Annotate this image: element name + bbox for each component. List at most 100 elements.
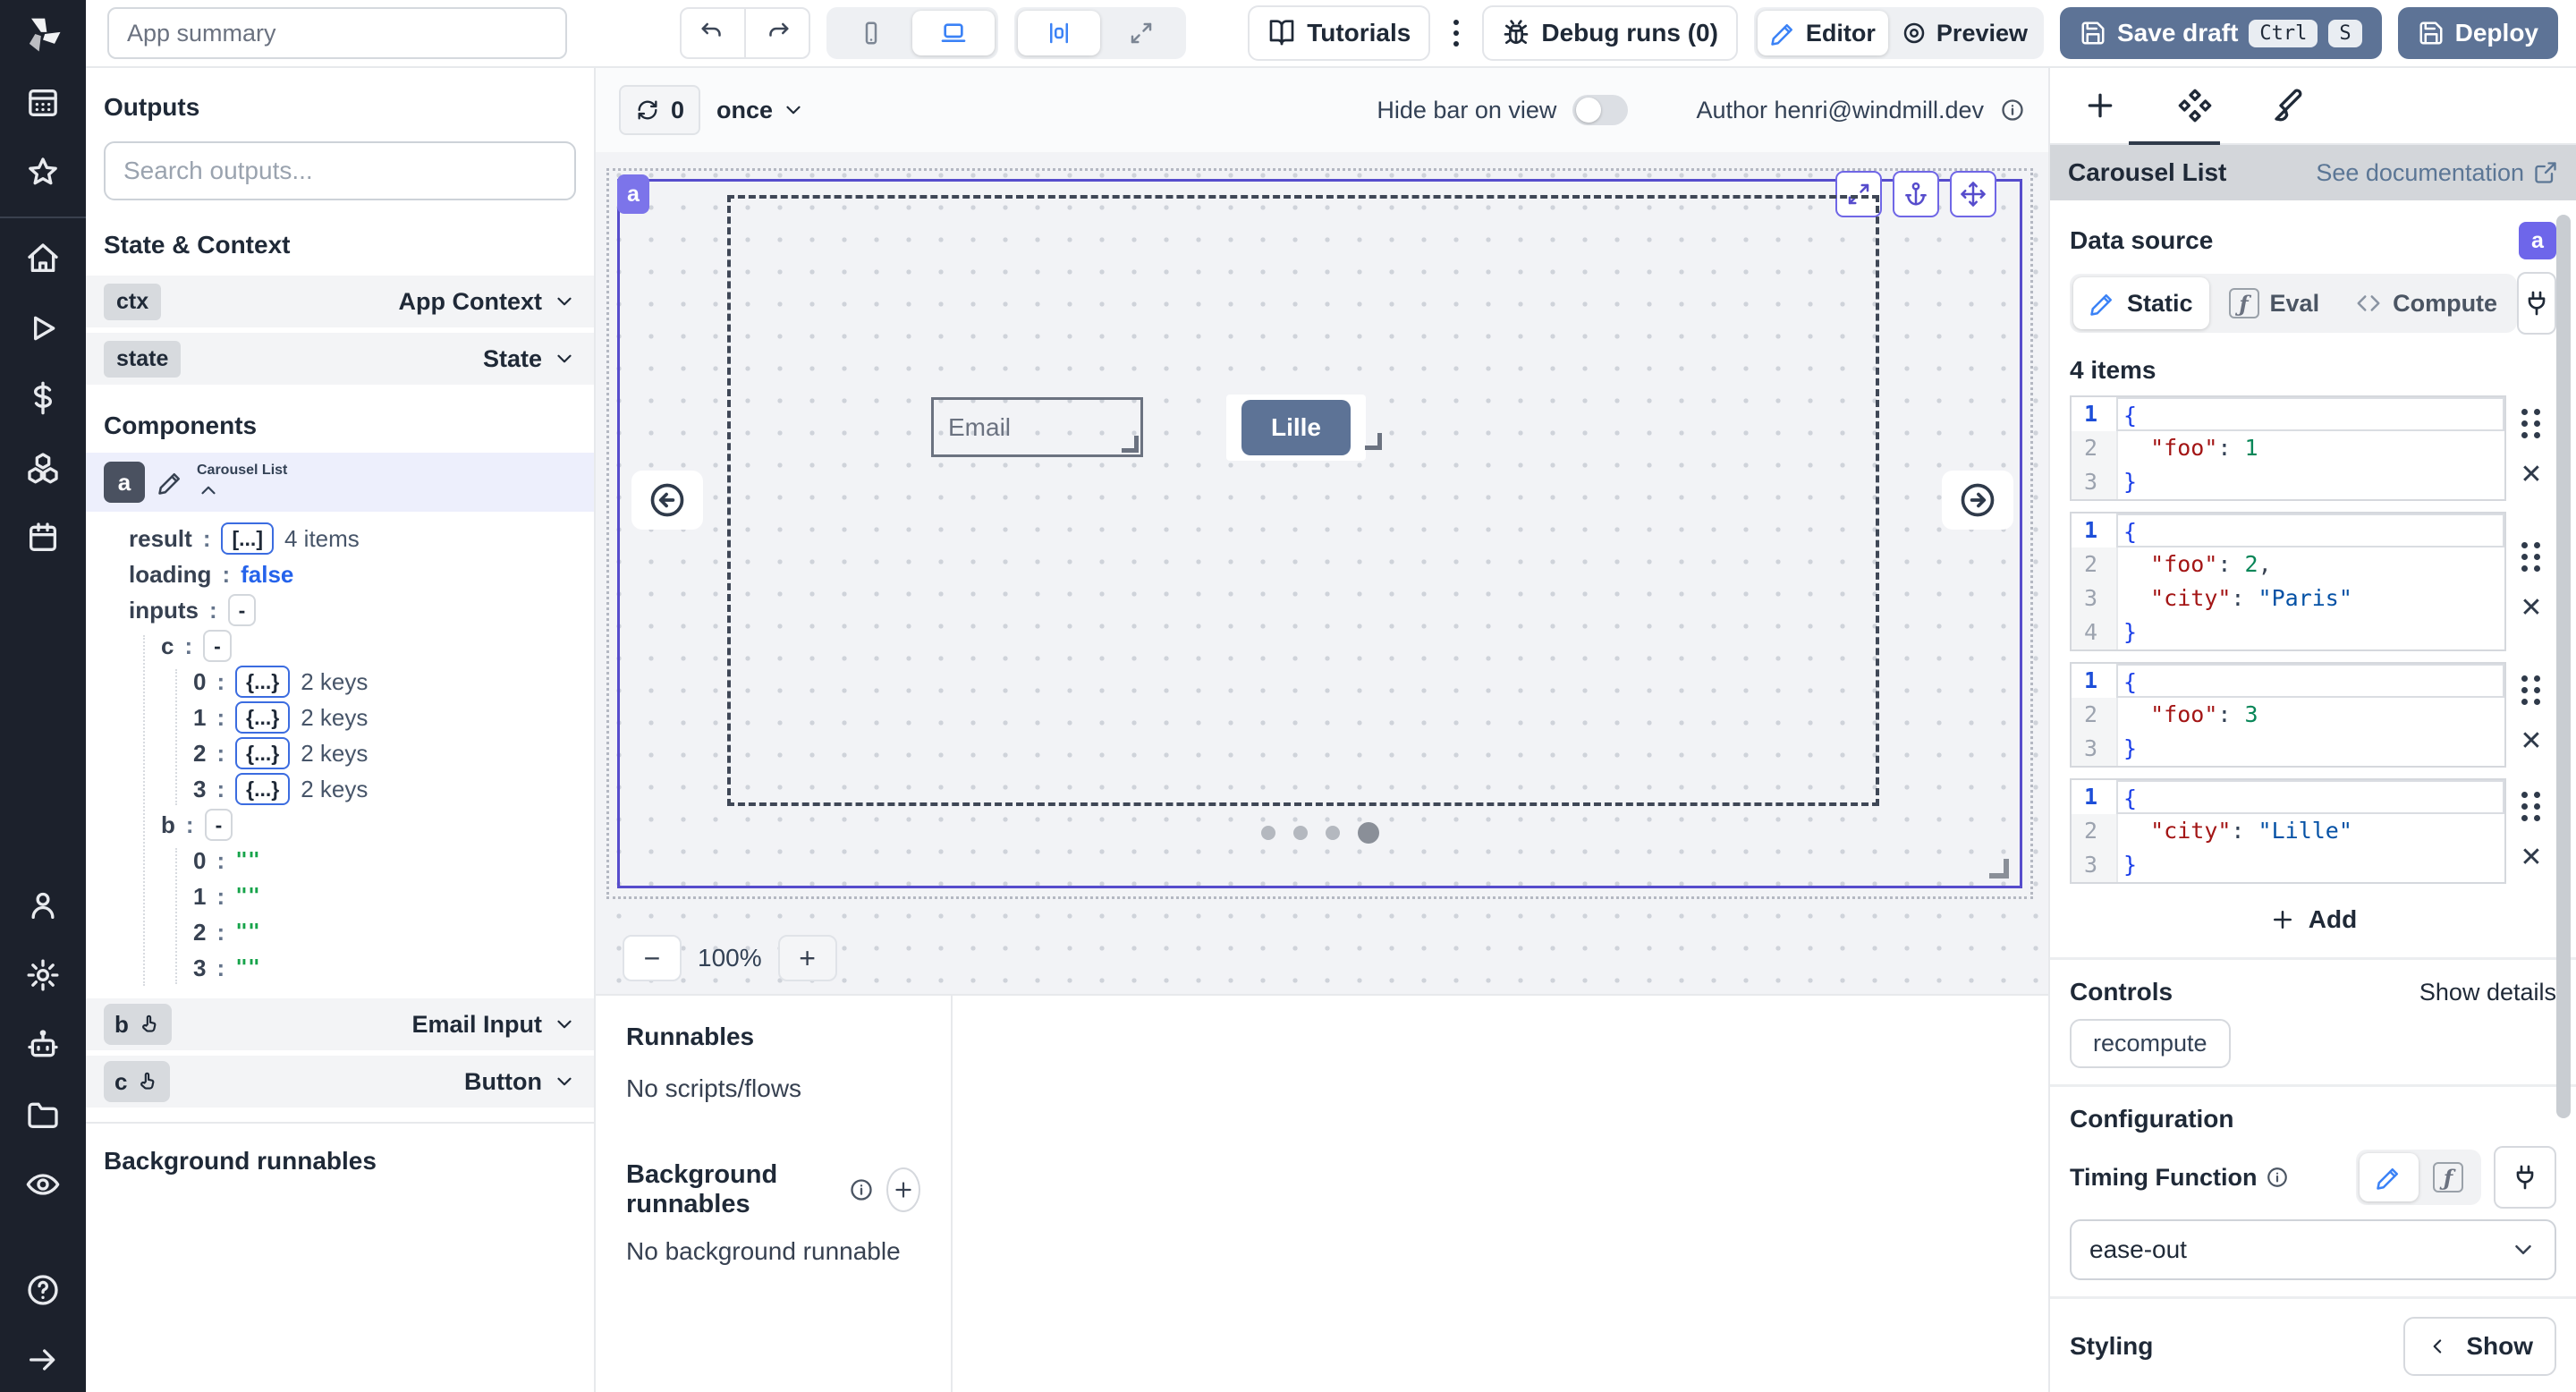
folders-icon[interactable] <box>23 1095 63 1134</box>
timing-plug-button[interactable] <box>2494 1146 2556 1209</box>
edit-id-pencil-icon[interactable] <box>157 469 184 496</box>
ctx-row[interactable]: ctx App Context <box>86 276 594 327</box>
editor-tab[interactable]: Editor <box>1758 11 1888 55</box>
app-summary-input[interactable] <box>107 7 567 59</box>
windmill-logo[interactable] <box>0 0 86 68</box>
anchor-component-button[interactable] <box>1893 171 1939 217</box>
move-component-button[interactable] <box>1950 171 1996 217</box>
deploy-button[interactable]: Deploy <box>2398 7 2558 59</box>
carousel-dot[interactable] <box>1358 822 1379 844</box>
center-align-button[interactable] <box>1018 11 1100 55</box>
expand-badge[interactable]: {...} <box>235 737 290 769</box>
add-item-button[interactable]: Add <box>2255 898 2371 941</box>
zoom-out-button[interactable]: − <box>623 935 682 981</box>
carousel-selection-frame[interactable]: a Lille <box>617 179 2022 888</box>
delete-item-button[interactable]: ✕ <box>2520 728 2542 755</box>
drag-handle-icon[interactable] <box>2521 675 2541 705</box>
timing-static-tab[interactable] <box>2360 1153 2419 1201</box>
show-details-link[interactable]: Show details <box>2419 979 2556 1006</box>
panel-scrollbar-thumb[interactable] <box>2556 215 2571 1118</box>
json-editor[interactable]: 1{2 "foo": 13} <box>2070 395 2506 501</box>
tree-row[interactable]: loading:false <box>104 556 576 592</box>
delete-item-button[interactable]: ✕ <box>2520 845 2542 871</box>
carousel-dot[interactable] <box>1261 826 1275 840</box>
timing-eval-tab[interactable]: ƒ <box>2419 1153 2478 1201</box>
expand-badge[interactable]: [...] <box>221 522 274 555</box>
search-outputs-input[interactable] <box>104 141 576 200</box>
expand-badge[interactable]: {...} <box>235 666 290 698</box>
users-icon[interactable] <box>23 886 63 925</box>
resize-handle[interactable] <box>1122 436 1139 453</box>
json-editor[interactable]: 1{2 "foo": 33} <box>2070 662 2506 768</box>
expand-badge[interactable]: {...} <box>235 773 290 805</box>
drag-handle-icon[interactable] <box>2521 792 2541 821</box>
recompute-button[interactable]: recompute <box>2070 1019 2231 1068</box>
audit-eye-icon[interactable] <box>23 1165 63 1204</box>
runs-play-icon[interactable] <box>23 309 63 348</box>
info-icon[interactable] <box>2000 98 2025 123</box>
zoom-in-button[interactable]: + <box>778 935 837 981</box>
timing-function-select[interactable]: ease-out <box>2070 1219 2556 1280</box>
tutorials-button[interactable]: Tutorials <box>1248 5 1430 61</box>
json-editor[interactable]: 1{2 "city": "Lille"3} <box>2070 778 2506 884</box>
component-settings-tab[interactable] <box>2168 79 2222 132</box>
info-icon[interactable] <box>2266 1166 2289 1189</box>
styling-show-button[interactable]: Show <box>2403 1317 2556 1376</box>
home-icon[interactable] <box>23 239 63 278</box>
more-menu-button[interactable] <box>1446 20 1466 47</box>
workspace-icon[interactable] <box>23 83 63 123</box>
insert-component-tab[interactable] <box>2073 79 2127 132</box>
email-input-component[interactable] <box>931 397 1143 457</box>
help-icon[interactable] <box>23 1270 63 1310</box>
expand-badge[interactable]: - <box>228 594 257 626</box>
carousel-dot[interactable] <box>1293 826 1308 840</box>
styling-brush-tab[interactable] <box>2263 79 2317 132</box>
desktop-view-button[interactable] <box>912 11 995 55</box>
carousel-prev-button[interactable] <box>631 471 703 530</box>
carousel-dot[interactable] <box>1326 826 1340 840</box>
drag-handle-icon[interactable] <box>2521 409 2541 438</box>
email-input-component-row[interactable]: b Email Input <box>86 998 594 1050</box>
email-field[interactable] <box>931 397 1143 457</box>
carousel-component-row[interactable]: a Carousel List <box>86 453 594 512</box>
info-icon[interactable] <box>849 1177 874 1202</box>
see-documentation-link[interactable]: See documentation <box>2316 159 2558 187</box>
tree-row[interactable]: c:- <box>104 628 576 664</box>
drag-handle-icon[interactable] <box>2521 542 2541 572</box>
state-row[interactable]: state State <box>86 333 594 385</box>
resize-handle[interactable] <box>1365 433 1382 450</box>
collapse-arrow-icon[interactable] <box>23 1340 63 1379</box>
expand-badge[interactable]: - <box>203 630 232 662</box>
tree-row[interactable]: b:- <box>104 807 576 843</box>
carousel-next-button[interactable] <box>1942 471 2013 530</box>
delete-item-button[interactable]: ✕ <box>2520 462 2542 488</box>
button-component-row[interactable]: c Button <box>86 1056 594 1108</box>
lille-button[interactable]: Lille <box>1241 400 1351 455</box>
add-background-runnable-button[interactable] <box>886 1167 920 1212</box>
compute-mode-tab[interactable]: Compute <box>2339 277 2513 329</box>
settings-gear-icon[interactable] <box>23 955 63 995</box>
redo-button[interactable] <box>744 9 809 57</box>
hide-bar-toggle[interactable] <box>1572 95 1628 125</box>
static-mode-tab[interactable]: Static <box>2073 277 2209 329</box>
json-editor[interactable]: 1{2 "foo": 2,3 "city": "Paris"4} <box>2070 512 2506 651</box>
delete-item-button[interactable]: ✕ <box>2520 595 2542 622</box>
app-canvas[interactable]: a Lille <box>596 152 2048 994</box>
resources-boxes-icon[interactable] <box>23 448 63 488</box>
carousel-item-container[interactable] <box>727 195 1879 806</box>
refresh-count-button[interactable]: 0 <box>619 85 700 135</box>
expand-badge[interactable]: - <box>205 809 233 841</box>
frame-resize-handle[interactable] <box>1989 859 2009 878</box>
undo-button[interactable] <box>682 9 744 57</box>
frequency-dropdown[interactable]: once <box>716 97 805 124</box>
preview-tab[interactable]: Preview <box>1888 11 2040 55</box>
favorites-star-icon[interactable] <box>23 153 63 192</box>
eval-mode-tab[interactable]: ƒ Eval <box>2213 277 2336 329</box>
fullwidth-button[interactable] <box>1100 11 1182 55</box>
mobile-view-button[interactable] <box>830 11 912 55</box>
schedules-calendar-icon[interactable] <box>23 518 63 557</box>
tree-row[interactable]: inputs:- <box>104 592 576 628</box>
expand-badge[interactable]: {...} <box>235 701 290 734</box>
connect-plug-button[interactable] <box>2517 272 2556 335</box>
debug-runs-button[interactable]: Debug runs (0) <box>1482 5 1738 61</box>
